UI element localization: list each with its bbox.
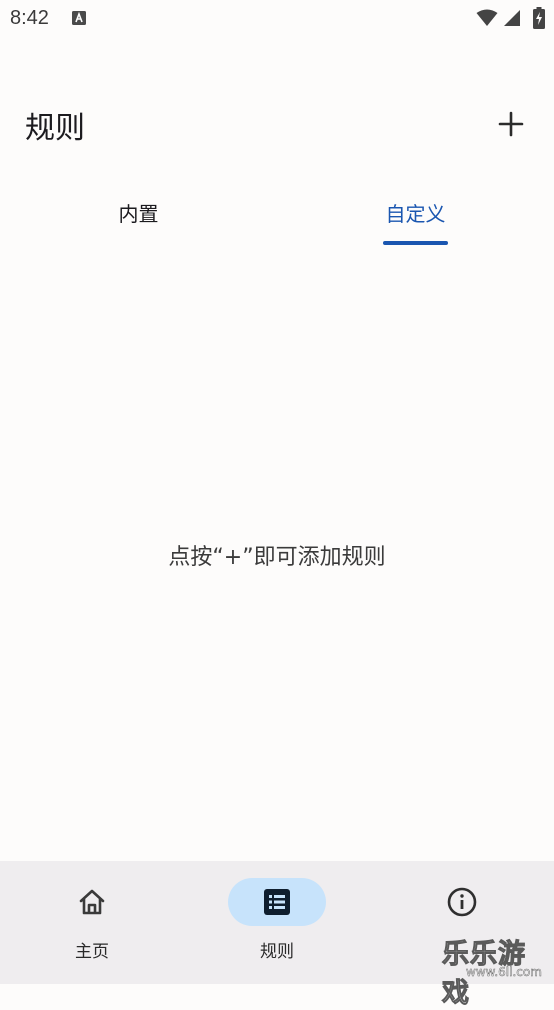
empty-state-message: 点按“+”即可添加规则 xyxy=(168,545,386,570)
page-title: 规则 xyxy=(25,111,85,146)
nav-item-home[interactable]: 主页 xyxy=(0,861,184,984)
tab-custom-label: 自定义 xyxy=(385,202,446,226)
a-box-icon xyxy=(72,11,86,25)
info-icon xyxy=(447,887,477,917)
tab-builtin[interactable]: 内置 xyxy=(0,180,277,250)
tab-builtin-label: 内置 xyxy=(118,202,159,226)
status-time: 8:42 xyxy=(10,7,49,29)
tab-row: 内置 自定义 xyxy=(0,180,554,250)
list-icon xyxy=(264,889,290,915)
bottom-nav: 主页 规则 xyxy=(0,861,554,984)
nav-item-about[interactable] xyxy=(370,861,554,984)
nav-item-rules[interactable]: 规则 xyxy=(185,861,369,984)
status-bar: 8:42 xyxy=(0,0,554,40)
plus-icon xyxy=(498,111,524,137)
app-bar: 规则 xyxy=(0,95,554,155)
tab-custom[interactable]: 自定义 xyxy=(277,180,554,250)
nav-item-home-label: 主页 xyxy=(75,942,109,962)
home-icon xyxy=(79,889,105,915)
tab-indicator xyxy=(383,241,448,245)
battery-charging-icon xyxy=(533,7,545,29)
add-rule-button[interactable] xyxy=(492,105,530,143)
signal-icon xyxy=(504,10,520,26)
nav-item-rules-label: 规则 xyxy=(260,942,294,962)
wifi-icon xyxy=(476,9,498,26)
